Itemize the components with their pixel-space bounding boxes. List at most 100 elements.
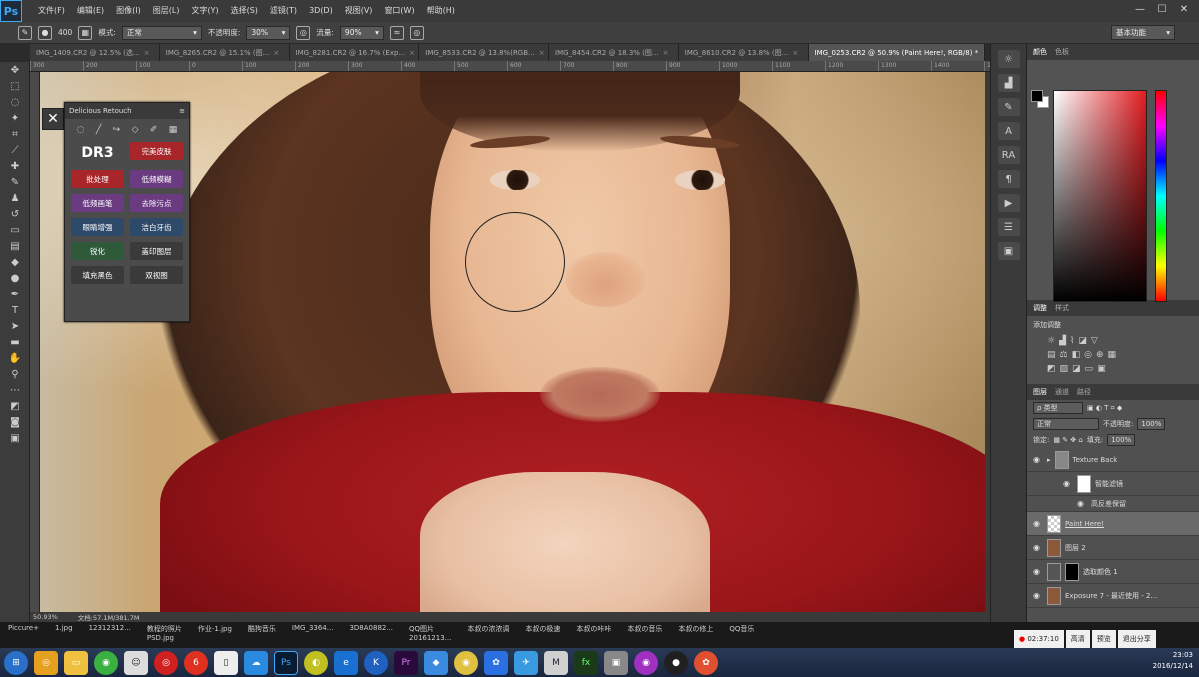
exit-share-button[interactable]: 退出分享 [1117,630,1156,648]
menu-3d[interactable]: 3D(D) [303,0,339,22]
close-icon[interactable]: × [539,49,545,57]
desktop-file[interactable]: 教程的照片 PSD.jpg [139,622,190,644]
premiere-icon[interactable]: Pr [394,650,418,675]
photo-filter-icon[interactable]: ◎ [1084,350,1092,360]
menu-edit[interactable]: 编辑(E) [71,0,110,22]
hue-slider[interactable] [1155,90,1167,302]
desktop-file[interactable]: 本叔の极速 [517,622,568,636]
lasso-icon[interactable]: ◌ [77,125,85,135]
tab-swatches[interactable]: 色板 [1055,47,1069,57]
close-icon[interactable]: ✕ [1173,0,1195,18]
desktop-file[interactable]: 本叔の咔咔 [568,622,619,636]
close-icon[interactable]: × [144,49,150,57]
brush-panel-icon[interactable]: ▦ [78,25,93,40]
color-field[interactable] [1053,90,1147,302]
menu-help[interactable]: 帮助(H) [421,0,461,22]
bird-icon[interactable]: ✈ [514,650,538,675]
dr3-toggle-icon[interactable]: ✕ [42,108,64,130]
doc-tab[interactable]: IMG_8533.CR2 @ 13.8%(RGB... × [419,44,549,61]
properties-icon[interactable]: ☰ [997,218,1020,236]
app-icon[interactable]: ✿ [484,650,508,675]
brush-preset-icon[interactable]: ● [38,25,52,40]
record-icon[interactable]: ● [664,650,688,675]
workspace-select[interactable]: 基本功能 ▾ [1111,25,1175,40]
chrome-icon[interactable]: ◉ [454,650,478,675]
color-balance-icon[interactable]: ⚖ [1060,350,1068,360]
history-brush-icon[interactable]: ↺ [0,206,30,222]
quality-button[interactable]: 高清 [1065,630,1090,648]
more-tools-icon[interactable]: ⋯ [0,382,30,398]
desktop-file[interactable]: Piccure+ [0,622,47,634]
brightness-icon[interactable]: ☼ [1047,336,1055,346]
doc-tab[interactable]: IMG_8610.CR2 @ 13.8% (图... × [678,44,809,61]
layer-row[interactable]: ◉ 图层 2 [1027,536,1199,560]
pressure-opacity-icon[interactable]: ◎ [296,25,311,40]
brush-tool-icon[interactable]: ✎ [0,174,30,190]
menu-icon[interactable]: ≡ [179,107,185,115]
perfect-skin-button[interactable]: 完美皮肤 [130,142,183,160]
move-tool-icon[interactable]: ✥ [0,62,30,78]
gradient-map-icon[interactable]: ▭ [1085,364,1094,374]
hand-tool-icon[interactable]: ✋ [0,350,30,366]
menu-select[interactable]: 选择(S) [225,0,264,22]
brush-tool-icon[interactable]: ✎ [18,25,32,40]
selective-color-icon[interactable]: ▣ [1097,364,1106,374]
zoom-tool-icon[interactable]: ⚲ [0,366,30,382]
weibo-icon[interactable]: ◎ [154,650,178,675]
doc-tab[interactable]: IMG_8281.CR2 @ 16.7% (Exp... × [289,44,420,61]
navigator-icon[interactable]: ▣ [997,242,1020,260]
menu-file[interactable]: 文件(F) [32,0,71,22]
desktop-file[interactable]: 本叔の音乐 [619,622,670,636]
stamp-layer-button[interactable]: 盖印图层 [130,242,183,260]
low-freq-brush-button[interactable]: 低频画笔 [71,194,124,212]
close-icon[interactable]: × [273,49,279,57]
quick-mask-icon[interactable]: ◙ [0,414,30,430]
photoshop-taskbar-icon[interactable]: Ps [274,650,298,675]
desktop-file[interactable]: 3D8A0882... [341,622,401,634]
marquee-tool-icon[interactable]: ⬚ [0,78,30,94]
layer-kind-select[interactable]: ρ 类型 [1033,402,1083,414]
maximize-icon[interactable]: ☐ [1151,0,1173,18]
airbrush-icon[interactable]: ≈ [389,25,404,40]
arrow-icon[interactable]: ↪ [113,125,121,135]
ra-plugin-icon[interactable]: RA [997,146,1020,164]
app-icon[interactable]: ✿ [694,650,718,675]
mode-select[interactable]: 正常 ▾ [121,25,202,40]
character-icon[interactable]: A [997,122,1020,140]
menu-image[interactable]: 图像(I) [110,0,147,22]
folder-icon[interactable]: ▭ [64,650,88,675]
eye-icon[interactable]: ◉ [1033,543,1043,552]
screen-mode-icon[interactable]: ▣ [0,430,30,446]
app-icon[interactable]: 6 [184,650,208,675]
layer-row[interactable]: ◉ ▸ Texture Back [1027,448,1199,472]
curves-icon[interactable]: ⌇ [1070,336,1074,346]
threshold-icon[interactable]: ◪ [1072,364,1081,374]
crop-tool-icon[interactable]: ⌗ [0,126,30,142]
app-icon[interactable]: M [544,650,568,675]
paragraph-icon[interactable]: ¶ [997,170,1020,188]
doc-tab[interactable]: IMG_8454.CR2 @ 18.3% (图... × [549,44,679,61]
system-clock[interactable]: 23:03 2016/12/14 [1153,650,1193,672]
app-icon[interactable]: ◉ [94,650,118,675]
vibrance-icon[interactable]: ▽ [1091,336,1098,346]
zoom-readout[interactable]: 50.93% [33,613,58,621]
pressure-size-icon[interactable]: ◎ [409,25,424,40]
healing-tool-icon[interactable]: ✚ [0,158,30,174]
tab-layers[interactable]: 图层 [1033,387,1047,397]
doc-tab-active[interactable]: IMG_0253.CR2 @ 50.9% (Paint Here!, RGB/8… [808,44,985,61]
layer-row[interactable]: ◉ Exposure 7 - 最近使用 - 2... [1027,584,1199,608]
preview-button[interactable]: 预览 [1091,630,1116,648]
channel-mixer-icon[interactable]: ⊕ [1096,350,1104,360]
eye-icon[interactable]: ◉ [1033,591,1043,600]
path-select-icon[interactable]: ➤ [0,318,30,334]
menu-window[interactable]: 窗口(W) [378,0,420,22]
levels-icon[interactable]: ▟ [1059,336,1066,346]
desktop-file[interactable]: 12312312... [81,622,139,634]
gradient-tool-icon[interactable]: ▤ [0,238,30,254]
eye-icon[interactable]: ◉ [1033,567,1043,576]
flow-input[interactable]: 90% ▾ [339,25,384,40]
menu-filter[interactable]: 滤镜(T) [264,0,303,22]
document-icon[interactable]: ▯ [214,650,238,675]
foreground-color-swatch[interactable] [1031,90,1043,102]
desktop-file[interactable]: 本叔の浓浓调 [459,622,517,636]
